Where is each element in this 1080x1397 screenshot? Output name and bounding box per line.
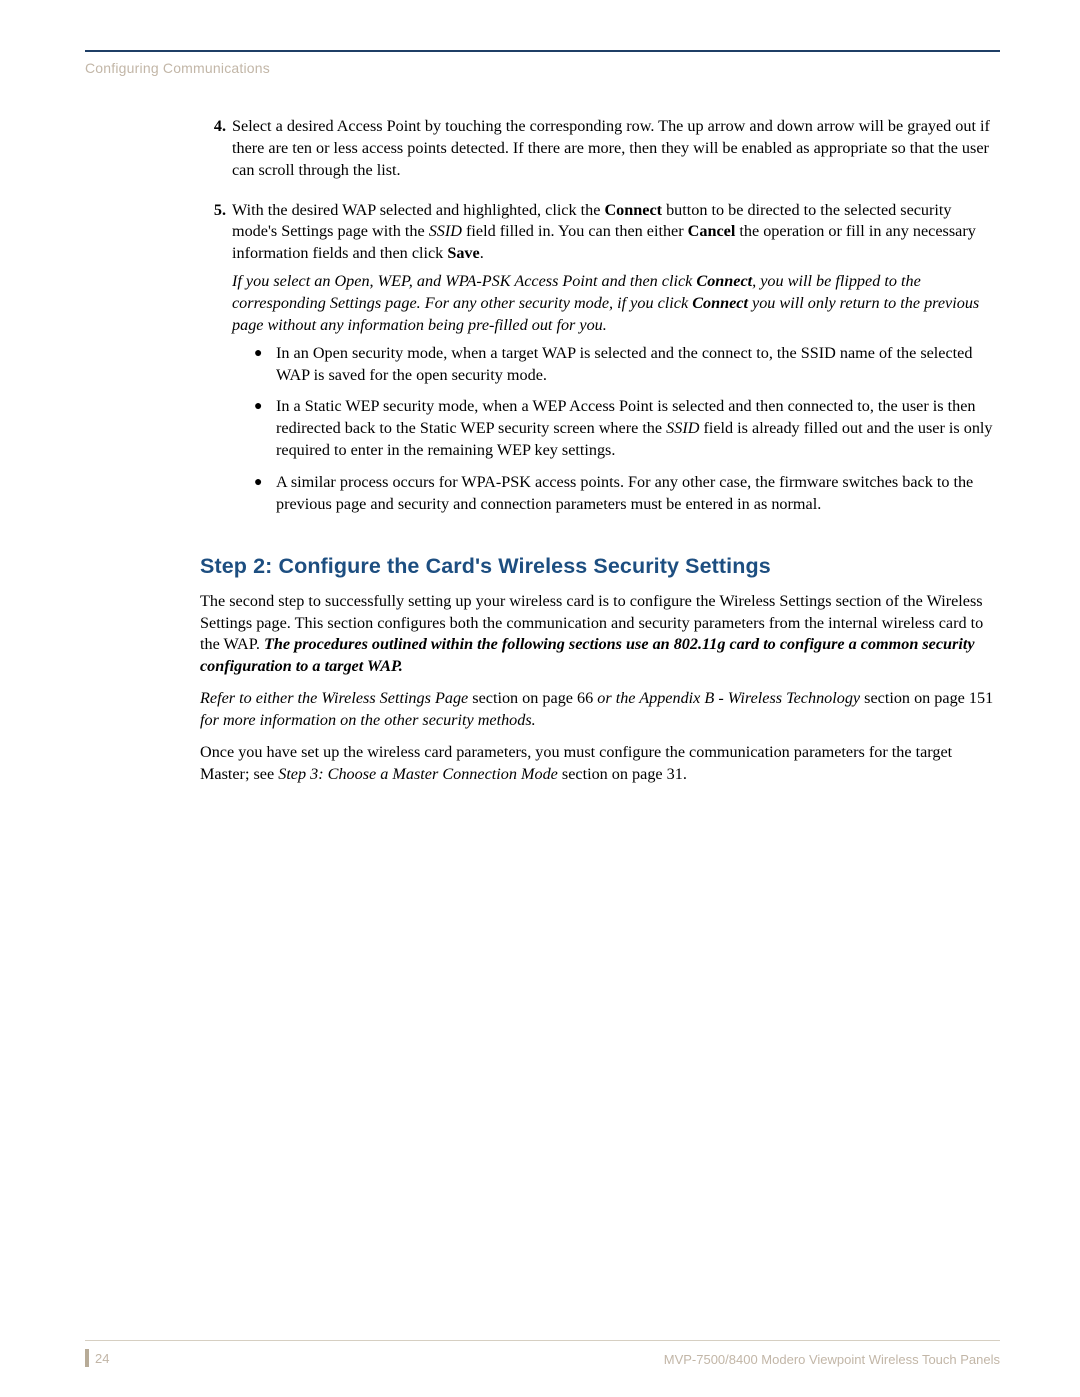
bullet-icon: ●	[254, 343, 276, 387]
step-body: With the desired WAP selected and highli…	[232, 200, 1000, 526]
step-note: If you select an Open, WEP, and WPA-PSK …	[232, 271, 1000, 337]
step2-paragraph-2: Refer to either the Wireless Settings Pa…	[200, 688, 1000, 732]
document-page: Configuring Communications 4. Select a d…	[0, 0, 1080, 1397]
step-5: 5. With the desired WAP selected and hig…	[200, 200, 1000, 526]
list-item: ● A similar process occurs for WPA-PSK a…	[254, 472, 1000, 516]
step-body: Select a desired Access Point by touchin…	[232, 116, 1000, 188]
running-header: Configuring Communications	[85, 60, 1000, 76]
page-number: 24	[85, 1349, 109, 1367]
step-number: 5.	[200, 200, 232, 526]
footer-doc-title: MVP-7500/8400 Modero Viewpoint Wireless …	[664, 1352, 1000, 1367]
step2-paragraph-3: Once you have set up the wireless card p…	[200, 742, 1000, 786]
step-text: With the desired WAP selected and highli…	[232, 200, 1000, 266]
footer-rule	[85, 1340, 1000, 1341]
step2-heading: Step 2: Configure the Card's Wireless Se…	[200, 552, 1000, 581]
bullet-icon: ●	[254, 396, 276, 462]
bullet-text: In an Open security mode, when a target …	[276, 343, 1000, 387]
step-4: 4. Select a desired Access Point by touc…	[200, 116, 1000, 188]
step-text: Select a desired Access Point by touchin…	[232, 116, 1000, 182]
list-item: ● In a Static WEP security mode, when a …	[254, 396, 1000, 462]
list-item: ● In an Open security mode, when a targe…	[254, 343, 1000, 387]
numbered-steps-list: 4. Select a desired Access Point by touc…	[200, 116, 1000, 526]
bullet-icon: ●	[254, 472, 276, 516]
body-content: 4. Select a desired Access Point by touc…	[200, 116, 1000, 786]
bullet-text: A similar process occurs for WPA-PSK acc…	[276, 472, 1000, 516]
page-footer: 24 MVP-7500/8400 Modero Viewpoint Wirele…	[85, 1349, 1000, 1367]
sub-bullet-list: ● In an Open security mode, when a targe…	[254, 343, 1000, 516]
step2-paragraph-1: The second step to successfully setting …	[200, 591, 1000, 678]
bullet-text: In a Static WEP security mode, when a WE…	[276, 396, 1000, 462]
top-horizontal-rule	[85, 50, 1000, 52]
step-number: 4.	[200, 116, 232, 188]
